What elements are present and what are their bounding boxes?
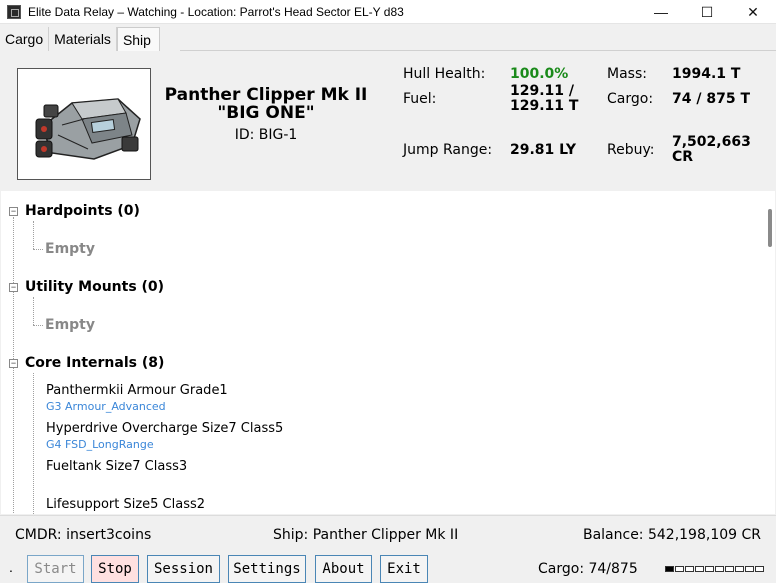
scrollbar-thumb[interactable]	[768, 209, 772, 247]
hardpoints-group[interactable]: Hardpoints (0)	[25, 203, 140, 219]
tree-connector	[33, 249, 43, 250]
cargo-meter-cell	[715, 566, 724, 572]
cargo-meter-cell	[745, 566, 754, 572]
module-item[interactable]: Lifesupport Size5 Class2	[46, 497, 205, 512]
mass-value: 1994.1 T	[672, 66, 741, 82]
exit-button[interactable]: Exit	[380, 555, 428, 583]
app-icon	[7, 4, 21, 19]
window-controls: — ☐ ✕	[638, 0, 776, 24]
mass-label: Mass:	[607, 66, 647, 82]
ship-icon	[35, 98, 141, 160]
fuel-capacity: 129.11 T	[510, 98, 579, 114]
cargo-meter	[665, 565, 767, 573]
status-bar: CMDR: insert3coins Ship: Panther Clipper…	[0, 515, 776, 553]
hardpoints-empty: Empty	[45, 241, 95, 257]
balance: Balance: 542,198,109 CR	[582, 527, 761, 543]
maximize-icon: ☐	[700, 3, 714, 20]
rebuy-label: Rebuy:	[607, 142, 655, 158]
tab-cargo[interactable]: Cargo	[0, 27, 50, 51]
hull-value: 100.0%	[510, 66, 569, 82]
tab-ship[interactable]: Ship	[116, 27, 160, 51]
fuel-label: Fuel:	[403, 91, 437, 107]
tree-connector	[33, 373, 34, 514]
cargo-label: Cargo:	[607, 91, 654, 107]
bottom-toolbar: . Start Stop Session Settings About Exit…	[0, 553, 776, 583]
start-button[interactable]: Start	[27, 555, 84, 583]
current-ship: Ship: Panther Clipper Mk II	[273, 527, 459, 543]
rebuy-amount: 7,502,663	[672, 134, 751, 150]
hull-label: Hull Health:	[403, 66, 486, 82]
tab-materials[interactable]: Materials	[49, 27, 117, 51]
maximize-button[interactable]: ☐	[684, 0, 730, 24]
session-button[interactable]: Session	[147, 555, 220, 583]
ship-model: Panther Clipper Mk II	[164, 85, 368, 105]
module-item[interactable]: Panthermkii Armour Grade1	[46, 383, 228, 398]
rebuy-value: 7,502,663 CR	[672, 135, 751, 165]
window-title: Elite Data Relay – Watching - Location: …	[28, 4, 404, 19]
cargo-meter-cell	[685, 566, 694, 572]
tree-connector	[33, 221, 34, 249]
module-item[interactable]: Hyperdrive Overcharge Size7 Class5	[46, 421, 283, 436]
collapse-icon[interactable]: −	[9, 359, 18, 368]
about-button[interactable]: About	[315, 555, 372, 583]
minimize-button[interactable]: —	[638, 0, 684, 24]
ship-name: Panther Clipper Mk II "BIG ONE"	[160, 86, 372, 122]
cargo-meter-cell	[705, 566, 714, 572]
cargo-meter-cell	[675, 566, 684, 572]
ship-id: ID: BIG-1	[234, 127, 298, 143]
cargo-meter-cell	[725, 566, 734, 572]
utility-empty: Empty	[45, 317, 95, 333]
utility-mounts-group[interactable]: Utility Mounts (0)	[25, 279, 164, 295]
collapse-icon[interactable]: −	[9, 283, 18, 292]
cargo-value: 74 / 875 T	[672, 91, 750, 107]
cmdr-name: CMDR: insert3coins	[15, 527, 152, 543]
ship-summary-panel: Panther Clipper Mk II "BIG ONE" ID: BIG-…	[0, 52, 776, 190]
module-engineering: G3 Armour_Advanced	[46, 400, 166, 413]
minimize-icon: —	[654, 4, 668, 20]
fuel-current: 129.11 /	[510, 83, 575, 99]
tree-connector	[33, 297, 34, 325]
tab-divider	[180, 50, 776, 51]
module-engineering: G4 FSD_LongRange	[46, 438, 154, 451]
settings-button[interactable]: Settings	[228, 555, 306, 583]
tree-connector	[33, 325, 43, 326]
jump-range-label: Jump Range:	[403, 142, 493, 158]
rebuy-currency: CR	[672, 149, 694, 165]
stop-button[interactable]: Stop	[91, 555, 139, 583]
cargo-meter-cell	[665, 566, 674, 572]
jump-range-value: 29.81 LY	[510, 142, 577, 158]
title-bar: Elite Data Relay – Watching - Location: …	[0, 0, 776, 24]
ship-image	[17, 68, 151, 180]
cargo-meter-cell	[735, 566, 744, 572]
collapse-icon[interactable]: −	[9, 207, 18, 216]
cargo-meter-cell	[755, 566, 764, 572]
ship-nickname: "BIG ONE"	[217, 103, 315, 123]
close-icon: ✕	[747, 3, 759, 20]
status-dot: .	[9, 559, 13, 575]
module-item[interactable]: Fueltank Size7 Class3	[46, 459, 187, 474]
core-internals-group[interactable]: Core Internals (8)	[25, 355, 164, 371]
close-button[interactable]: ✕	[730, 0, 776, 24]
fuel-value: 129.11 / 129.11 T	[510, 84, 578, 114]
tab-bar: Cargo Materials Ship	[0, 27, 160, 51]
cargo-meter-cell	[695, 566, 704, 572]
module-tree[interactable]: − Hardpoints (0) Empty − Utility Mounts …	[1, 191, 775, 514]
cargo-summary: Cargo: 74/875	[538, 561, 638, 577]
